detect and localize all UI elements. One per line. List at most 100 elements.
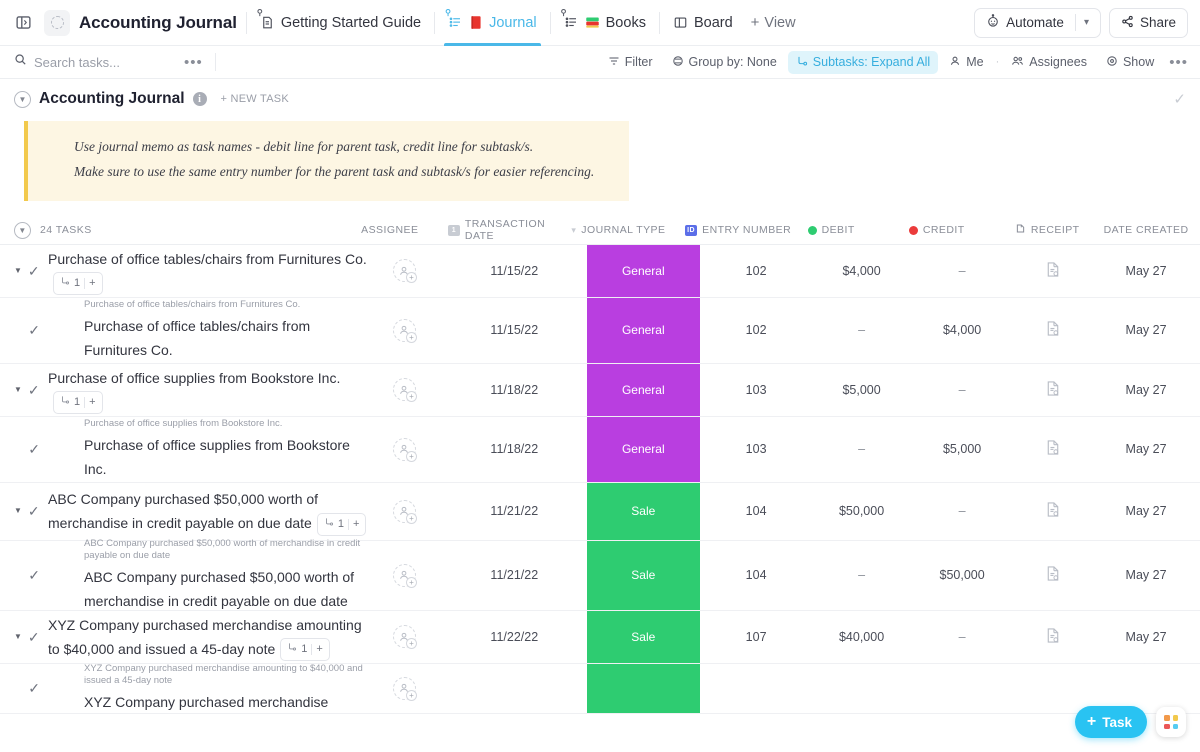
transaction-date-cell[interactable]: 11/18/22 (442, 364, 587, 416)
receipt-attachment-icon[interactable] (1045, 320, 1061, 340)
tab-books[interactable]: ⚲ Books (560, 0, 650, 46)
row-expander[interactable]: ✓ (14, 442, 40, 456)
status-check-icon[interactable]: ✓ (28, 630, 40, 644)
task-name-cell[interactable]: ✓ Purchase of office tables/chairs from … (0, 298, 367, 363)
journal-type-cell[interactable]: Sale (587, 541, 700, 610)
assignee-cell[interactable]: + (367, 364, 442, 416)
transaction-date-cell[interactable] (442, 664, 587, 713)
status-check-icon[interactable]: ✓ (28, 568, 40, 582)
info-icon[interactable]: i (193, 92, 207, 106)
plus-icon[interactable]: + (316, 640, 322, 659)
column-header-transaction-date[interactable]: 1 TRANSACTION DATE (448, 218, 571, 242)
receipt-attachment-icon[interactable] (1045, 261, 1061, 281)
column-header-journal-type[interactable]: ▾ JOURNAL TYPE (571, 224, 685, 236)
debit-cell[interactable]: $4,000 (813, 245, 911, 297)
table-row-parent[interactable]: ▼ ✓ Purchase of office supplies from Boo… (0, 364, 1200, 417)
transaction-date-cell[interactable]: 11/22/22 (442, 611, 587, 663)
plus-icon[interactable]: + (353, 515, 359, 534)
receipt-attachment-icon[interactable] (1045, 565, 1061, 585)
avatar-add-assignee[interactable]: + (393, 319, 416, 342)
transaction-date-cell[interactable]: 11/15/22 (442, 298, 587, 363)
subtask-count-badge[interactable]: 1 + (317, 513, 367, 536)
avatar-add-assignee[interactable]: + (393, 438, 416, 461)
status-check-icon[interactable]: ✓ (28, 504, 40, 518)
show-button[interactable]: Show (1098, 51, 1162, 74)
receipt-cell[interactable] (1014, 611, 1092, 663)
table-row-subtask[interactable]: ✓ Purchase of office tables/chairs from … (0, 298, 1200, 364)
plus-icon[interactable]: + (89, 393, 95, 412)
receipt-cell[interactable] (1014, 245, 1092, 297)
entry-number-cell[interactable]: 103 (700, 417, 813, 482)
group-by-button[interactable]: Group by: None (664, 51, 785, 74)
receipt-cell[interactable] (1014, 541, 1092, 610)
task-name[interactable]: ABC Company purchased $50,000 worth of m… (84, 565, 367, 613)
caret-down-icon[interactable]: ▼ (14, 633, 22, 641)
debit-cell[interactable]: $5,000 (813, 364, 911, 416)
task-name-cell[interactable]: ✓ ABC Company purchased $50,000 worth of… (0, 541, 367, 610)
transaction-date-cell[interactable]: 11/21/22 (442, 483, 587, 540)
subtask-count-badge[interactable]: 1 + (53, 272, 103, 295)
assignee-cell[interactable]: + (367, 298, 442, 363)
journal-type-cell[interactable] (587, 664, 700, 713)
credit-cell[interactable]: – (911, 364, 1014, 416)
task-name[interactable]: Purchase of office supplies from Booksto… (48, 366, 367, 415)
journal-type-cell[interactable]: General (587, 364, 700, 416)
entry-number-cell[interactable]: 102 (700, 298, 813, 363)
row-expander[interactable]: ✓ (14, 323, 40, 337)
receipt-cell[interactable] (1014, 298, 1092, 363)
check-icon[interactable]: ✓ (1173, 90, 1186, 108)
search-more-icon[interactable]: ••• (184, 54, 203, 71)
task-name[interactable]: Purchase of office tables/chairs from Fu… (48, 247, 367, 296)
task-name[interactable]: ABC Company purchased $50,000 worth of m… (48, 487, 367, 536)
status-check-icon[interactable]: ✓ (28, 323, 40, 337)
assignees-button[interactable]: Assignees (1003, 51, 1095, 74)
assignee-cell[interactable]: + (367, 245, 442, 297)
receipt-attachment-icon[interactable] (1045, 380, 1061, 400)
me-filter-button[interactable]: Me (941, 51, 991, 74)
entry-number-cell[interactable]: 104 (700, 483, 813, 540)
receipt-attachment-icon[interactable] (1045, 627, 1061, 647)
credit-cell[interactable]: $5,000 (911, 417, 1014, 482)
search-input[interactable] (34, 55, 164, 70)
sidebar-panel-icon[interactable] (10, 10, 36, 36)
avatar-add-assignee[interactable]: + (393, 625, 416, 648)
assignee-cell[interactable]: + (367, 664, 442, 713)
task-name-cell[interactable]: ✓ Purchase of office supplies from Books… (0, 417, 367, 482)
subtask-count-badge[interactable]: 1 + (280, 638, 330, 661)
subtask-count-badge[interactable]: 1 + (53, 391, 103, 414)
tab-getting-started-guide[interactable]: ⚲ Getting Started Guide (256, 0, 425, 46)
assignee-cell[interactable]: + (367, 483, 442, 540)
row-expander[interactable]: ▼ ✓ (14, 504, 48, 518)
table-row-subtask[interactable]: ✓ XYZ Company purchased merchandise amou… (0, 664, 1200, 714)
debit-cell[interactable]: $50,000 (813, 483, 911, 540)
entry-number-cell[interactable]: 104 (700, 541, 813, 610)
tab-board[interactable]: Board (669, 0, 737, 46)
entry-number-cell[interactable]: 103 (700, 364, 813, 416)
transaction-date-cell[interactable]: 11/15/22 (442, 245, 587, 297)
column-header-receipt[interactable]: RECEIPT (1015, 223, 1104, 237)
row-expander[interactable]: ▼ ✓ (14, 630, 48, 644)
debit-cell[interactable]: – (813, 417, 911, 482)
table-row-parent[interactable]: ▼ ✓ Purchase of office tables/chairs fro… (0, 245, 1200, 298)
table-row-subtask[interactable]: ✓ ABC Company purchased $50,000 worth of… (0, 541, 1200, 611)
column-header-entry-number[interactable]: ID ENTRY NUMBER (685, 224, 807, 236)
avatar-add-assignee[interactable]: + (393, 500, 416, 523)
task-name[interactable]: XYZ Company purchased merchandise (84, 690, 367, 714)
toolbar-overflow-icon[interactable]: ••• (1169, 54, 1188, 71)
avatar-add-assignee[interactable]: + (393, 677, 416, 700)
chevron-down-circle-icon[interactable]: ▼ (14, 222, 31, 239)
credit-cell[interactable]: – (911, 245, 1014, 297)
row-expander[interactable]: ✓ (14, 681, 40, 695)
row-expander[interactable]: ✓ (14, 568, 40, 582)
receipt-cell[interactable] (1014, 364, 1092, 416)
receipt-cell[interactable] (1014, 417, 1092, 482)
journal-type-cell[interactable]: General (587, 245, 700, 297)
assignee-cell[interactable]: + (367, 611, 442, 663)
credit-cell[interactable]: $4,000 (911, 298, 1014, 363)
entry-number-cell[interactable]: 102 (700, 245, 813, 297)
journal-type-cell[interactable]: General (587, 298, 700, 363)
status-check-icon[interactable]: ✓ (28, 681, 40, 695)
debit-cell[interactable]: $40,000 (813, 611, 911, 663)
task-name-cell[interactable]: ▼ ✓ Purchase of office tables/chairs fro… (0, 245, 367, 297)
receipt-attachment-icon[interactable] (1045, 439, 1061, 459)
